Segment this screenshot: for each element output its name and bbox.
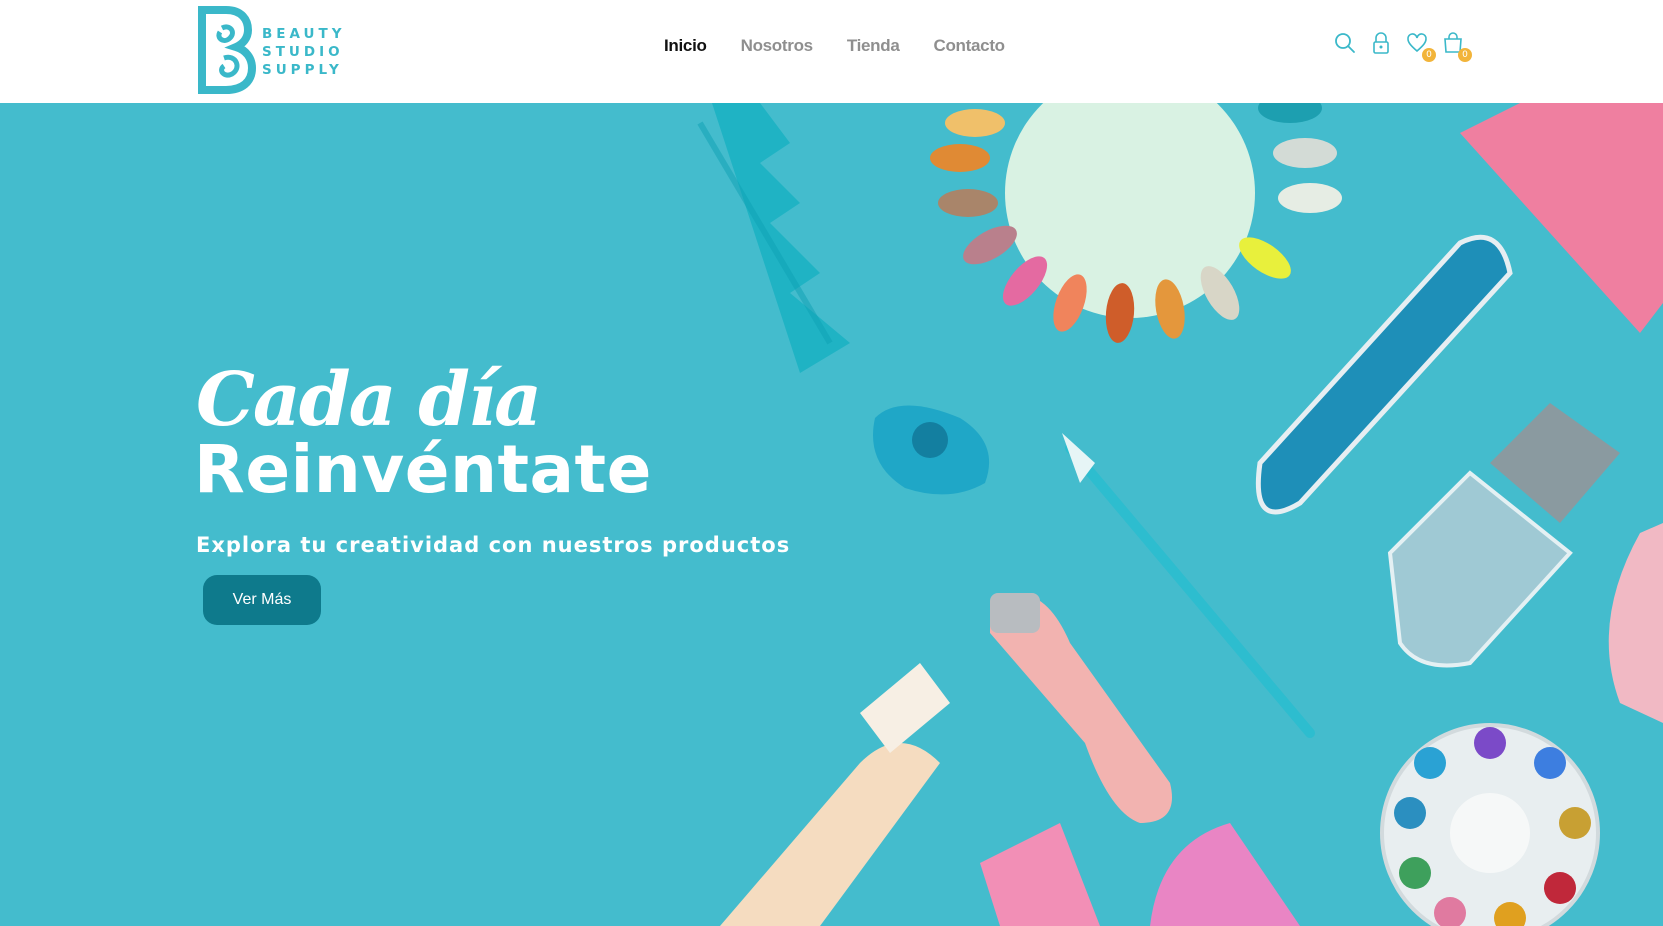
nav-item-nosotros[interactable]: Nosotros [741, 36, 814, 56]
logo-line-3: SUPPLY [262, 62, 343, 78]
hero-subtitle: Explora tu creatividad con nuestros prod… [196, 533, 791, 557]
nav-item-inicio[interactable]: Inicio [664, 36, 707, 56]
account-button[interactable] [1370, 32, 1392, 56]
search-icon [1335, 33, 1355, 53]
logo-b-icon [198, 6, 256, 94]
search-button[interactable] [1334, 32, 1356, 56]
wishlist-button[interactable]: 0 [1406, 32, 1436, 62]
cart-button[interactable]: 0 [1442, 32, 1472, 62]
brand-logo[interactable]: BEAUTY STUDIO SUPPLY [196, 6, 346, 94]
logo-line-1: BEAUTY [262, 26, 346, 42]
hero-title-main: Reinvéntate [194, 431, 652, 508]
hero-product-image [697, 103, 1663, 926]
logo-line-2: STUDIO [262, 44, 344, 60]
lock-icon [1373, 32, 1389, 54]
nav-item-contacto[interactable]: Contacto [934, 36, 1006, 56]
main-nav: Inicio Nosotros Tienda Contacto [664, 36, 1005, 56]
hero-banner: Cada día Reinvéntate Explora tu creativi… [0, 103, 1663, 926]
cart-count-badge: 0 [1458, 48, 1472, 62]
wishlist-count-badge: 0 [1422, 48, 1436, 62]
site-header: BEAUTY STUDIO SUPPLY Inicio Nosotros Tie… [0, 0, 1663, 103]
nav-item-tienda[interactable]: Tienda [847, 36, 900, 56]
logo-wordmark: BEAUTY STUDIO SUPPLY [262, 26, 346, 78]
header-icons: 0 0 [1334, 32, 1472, 62]
hero-title-script: Cada día [196, 357, 542, 443]
ver-mas-button[interactable]: Ver Más [203, 575, 321, 625]
